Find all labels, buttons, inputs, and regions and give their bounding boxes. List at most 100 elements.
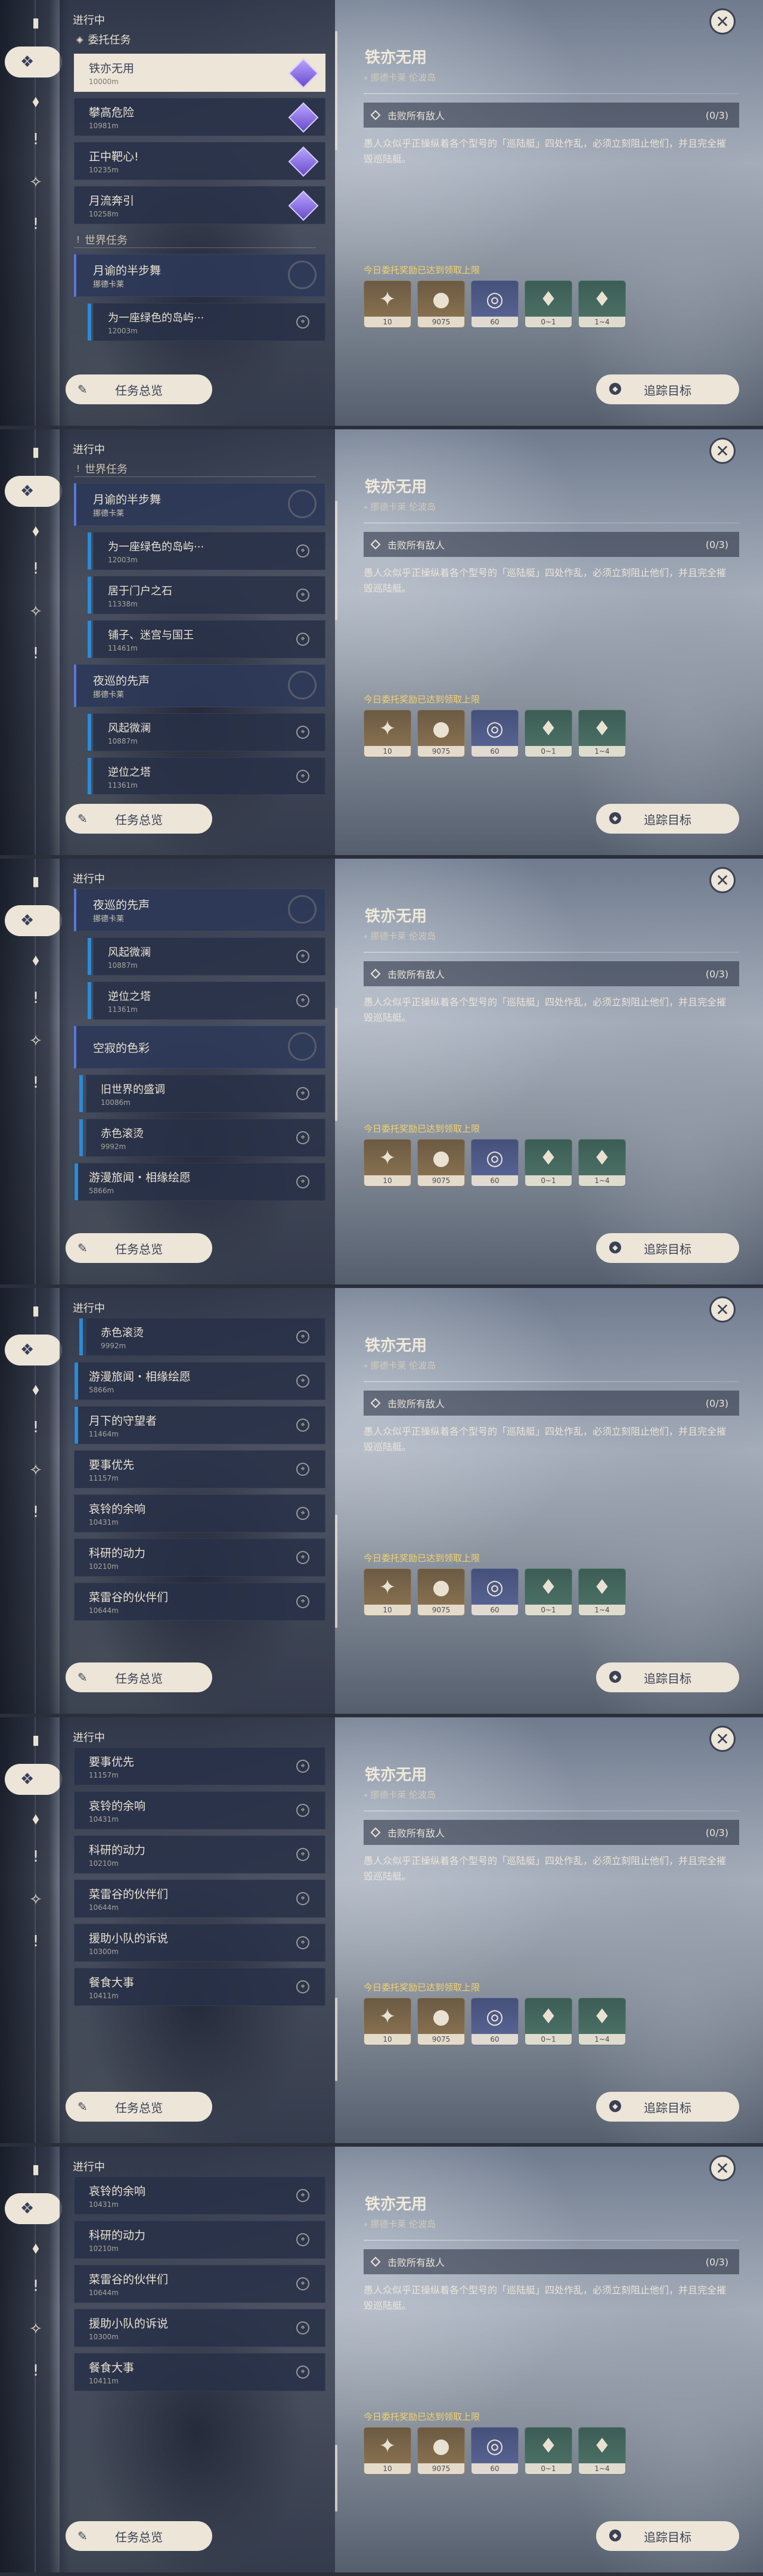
commission-icon[interactable]: ❖	[5, 47, 62, 78]
quest-row[interactable]: 为一座绿色的岛屿··· 12003m ⌖	[88, 532, 325, 570]
quest-row[interactable]: 要事优先 11157m ⌖	[74, 1450, 325, 1488]
archon-icon[interactable]: ⬧	[24, 1807, 48, 1831]
quest-overview-button[interactable]: ✎ 任务总览	[66, 374, 212, 404]
quest-overview-button[interactable]: ✎ 任务总览	[66, 2521, 212, 2551]
reward-item[interactable]: ✦ 10	[364, 1998, 411, 2045]
quest-row[interactable]: 风起微澜 10887m ⌖	[88, 937, 325, 976]
reward-item[interactable]: ● 9075	[417, 280, 465, 328]
reward-item[interactable]: ● 9075	[417, 1998, 465, 2045]
quest-row[interactable]: 哀铃的余响 10431m ⌖	[74, 1791, 325, 1829]
reward-item[interactable]: ♦ 0~1	[525, 1998, 572, 2045]
quest-row[interactable]: 餐食大事 10411m ⌖	[74, 2353, 325, 2391]
quest-overview-button[interactable]: ✎ 任务总览	[66, 1662, 212, 1692]
reward-item[interactable]: ♦ 0~1	[525, 710, 572, 757]
crystal-icon[interactable]: ✧	[24, 171, 48, 194]
reward-item[interactable]: ◎ 60	[471, 1998, 519, 2045]
reward-item[interactable]: ♦ 1~4	[578, 1998, 626, 2045]
quest-row[interactable]: 月下的守望者 11464m ⌖	[74, 1406, 325, 1444]
reward-item[interactable]: ✦ 10	[364, 2427, 411, 2475]
quest-row[interactable]: 游漫旅闻・相缘绘愿 5866m ⌖	[74, 1163, 325, 1201]
quest-row[interactable]: 为一座绿色的岛屿··· 12003m ⌖	[88, 303, 325, 341]
close-icon[interactable]: ✕	[709, 867, 736, 893]
scrollbar-thumb[interactable]	[335, 1008, 337, 1121]
reward-item[interactable]: ♦ 1~4	[578, 1568, 626, 1616]
crystal-icon[interactable]: ✧	[24, 1888, 48, 1912]
quest-row[interactable]: 科研的动力 10210m ⌖	[74, 1538, 325, 1577]
quest-row[interactable]: 铺子、迷宫与国王 11461m ⌖	[88, 620, 325, 658]
quest-row[interactable]: 游漫旅闻・相缘绘愿 5866m ⌖	[74, 1362, 325, 1400]
reward-item[interactable]: ● 9075	[417, 2427, 465, 2475]
exclamation-icon-2[interactable]: !	[24, 2359, 48, 2383]
crystal-icon[interactable]: ✧	[24, 600, 48, 624]
reward-item[interactable]: ● 9075	[417, 1139, 465, 1187]
quest-row[interactable]: 餐食大事 10411m ⌖	[74, 1968, 325, 2006]
exclamation-icon[interactable]: !	[24, 2274, 48, 2298]
reward-item[interactable]: ◎ 60	[471, 1568, 519, 1616]
quest-row[interactable]: 科研的动力 10210m ⌖	[74, 2221, 325, 2259]
reward-item[interactable]: ◎ 60	[471, 2427, 519, 2475]
quest-row[interactable]: 赤色滚烫 9992m ⌖	[79, 1318, 325, 1356]
reward-item[interactable]: ◎ 60	[471, 710, 519, 757]
quest-row[interactable]: 正中靶心!10235m◆	[74, 142, 325, 180]
track-target-button[interactable]: ◆ 追踪目标	[596, 1233, 739, 1263]
scrollbar-thumb[interactable]	[335, 2445, 337, 2512]
reward-item[interactable]: ◎ 60	[471, 1139, 519, 1187]
quest-row[interactable]: 菜雷谷的伙伴们 10644m ⌖	[74, 1583, 325, 1621]
close-icon[interactable]: ✕	[709, 1296, 736, 1323]
quest-row[interactable]: 居于门户之石 11338m ⌖	[88, 576, 325, 614]
reward-item[interactable]: ♦ 1~4	[578, 2427, 626, 2475]
close-icon[interactable]: ✕	[709, 2155, 736, 2181]
reward-item[interactable]: ♦ 0~1	[525, 280, 572, 328]
scrollbar-thumb[interactable]	[335, 1515, 337, 1628]
reward-item[interactable]: ● 9075	[417, 710, 465, 757]
close-icon[interactable]: ✕	[709, 438, 736, 464]
scrollbar-thumb[interactable]	[335, 1998, 337, 2081]
quest-group[interactable]: 月谕的半步舞挪德卡莱◎	[74, 483, 325, 526]
archon-icon[interactable]: ⬧	[24, 89, 48, 113]
reward-item[interactable]: ● 9075	[417, 1568, 465, 1616]
quest-row[interactable]: 铁亦无用10000m◆	[74, 54, 325, 92]
crystal-icon[interactable]: ✧	[24, 1029, 48, 1053]
exclamation-icon[interactable]: !	[24, 986, 48, 1010]
reward-item[interactable]: ✦ 10	[364, 280, 411, 328]
commission-icon[interactable]: ❖	[5, 1764, 62, 1795]
track-target-button[interactable]: ◆ 追踪目标	[596, 804, 739, 834]
quest-row[interactable]: 赤色滚烫 9992m ⌖	[79, 1119, 325, 1157]
quest-group[interactable]: 空寂的色彩◎	[74, 1026, 325, 1069]
quest-row[interactable]: 援助小队的诉说 10300m ⌖	[74, 2309, 325, 2347]
quest-row[interactable]: 月流奔引10258m◆	[74, 186, 325, 224]
reward-item[interactable]: ♦ 0~1	[525, 1139, 572, 1187]
track-target-button[interactable]: ◆ 追踪目标	[596, 1662, 739, 1692]
quest-row[interactable]: 菜雷谷的伙伴们 10644m ⌖	[74, 2265, 325, 2303]
exclamation-icon[interactable]: !	[24, 1416, 48, 1439]
scrollbar-thumb[interactable]	[335, 501, 337, 620]
quest-row[interactable]: 逆位之塔 11361m ⌖	[88, 757, 325, 794]
quest-overview-button[interactable]: ✎ 任务总览	[66, 2092, 212, 2122]
reward-item[interactable]: ♦ 1~4	[578, 1139, 626, 1187]
quest-row[interactable]: 哀铃的余响 10431m ⌖	[74, 1494, 325, 1532]
reward-item[interactable]: ♦ 1~4	[578, 280, 626, 328]
quest-group[interactable]: 月谕的半步舞挪德卡莱◎	[74, 254, 325, 297]
quest-row[interactable]: 科研的动力 10210m ⌖	[74, 1835, 325, 1874]
quest-overview-button[interactable]: ✎ 任务总览	[66, 1233, 212, 1263]
quest-row[interactable]: 哀铃的余响 10431m ⌖	[74, 2176, 325, 2215]
archon-icon[interactable]: ⬧	[24, 1377, 48, 1401]
commission-icon[interactable]: ❖	[5, 1335, 62, 1366]
quest-row[interactable]: 风起微澜 10887m ⌖	[88, 713, 325, 751]
exclamation-icon-2[interactable]: !	[24, 1500, 48, 1524]
scrollbar-thumb[interactable]	[335, 31, 337, 150]
quest-row[interactable]: 攀高危险10981m◆	[74, 98, 325, 136]
exclamation-icon-2[interactable]: !	[24, 1071, 48, 1095]
exclamation-icon[interactable]: !	[24, 1845, 48, 1869]
reward-item[interactable]: ♦ 0~1	[525, 1568, 572, 1616]
track-target-button[interactable]: ◆ 追踪目标	[596, 2521, 739, 2551]
commission-icon[interactable]: ❖	[5, 905, 62, 936]
quest-row[interactable]: 要事优先 11157m ⌖	[74, 1747, 325, 1785]
crystal-icon[interactable]: ✧	[24, 2317, 48, 2341]
quest-group[interactable]: 夜巡的先声挪德卡莱◎	[74, 888, 325, 931]
track-target-button[interactable]: ◆ 追踪目标	[596, 374, 739, 404]
crystal-icon[interactable]: ✧	[24, 1459, 48, 1482]
reward-item[interactable]: ♦ 1~4	[578, 710, 626, 757]
commission-icon[interactable]: ❖	[5, 476, 62, 507]
quest-group[interactable]: 夜巡的先声挪德卡莱◎	[74, 664, 325, 707]
